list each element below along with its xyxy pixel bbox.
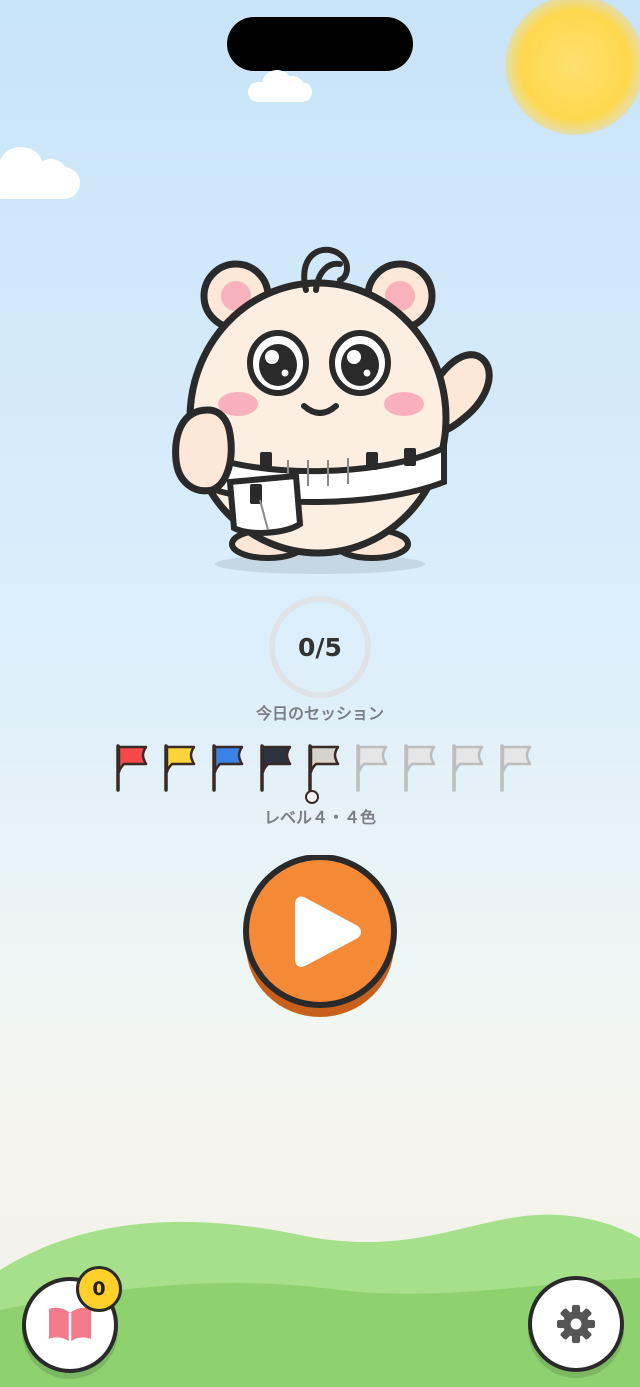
flag-icon xyxy=(356,744,388,792)
settings-button[interactable] xyxy=(528,1276,624,1372)
camera-notch xyxy=(227,17,413,71)
flag-icon xyxy=(212,744,244,792)
journal-badge: 0 xyxy=(76,1266,122,1312)
flag-icon xyxy=(116,744,148,792)
level-label: レベル４・４色 xyxy=(263,808,376,827)
flag-icon xyxy=(164,744,196,792)
sun-decoration xyxy=(505,0,640,135)
flag-icon xyxy=(404,744,436,792)
current-level-marker xyxy=(305,790,319,804)
gear-icon xyxy=(557,1305,595,1343)
flag-icon xyxy=(308,744,340,792)
book-icon xyxy=(49,1307,91,1342)
cloud-decoration-left xyxy=(0,145,80,201)
flag-icon xyxy=(260,744,292,792)
flag-icon xyxy=(452,744,484,792)
cloud-decoration-top xyxy=(248,70,312,104)
play-button[interactable] xyxy=(243,855,399,1020)
session-progress-label: 今日のセッション xyxy=(255,704,384,723)
session-progress-count: 0/5 xyxy=(298,632,342,662)
level-flag-row xyxy=(112,744,532,804)
mascot-hamster xyxy=(172,246,493,574)
flag-icon xyxy=(500,744,532,792)
